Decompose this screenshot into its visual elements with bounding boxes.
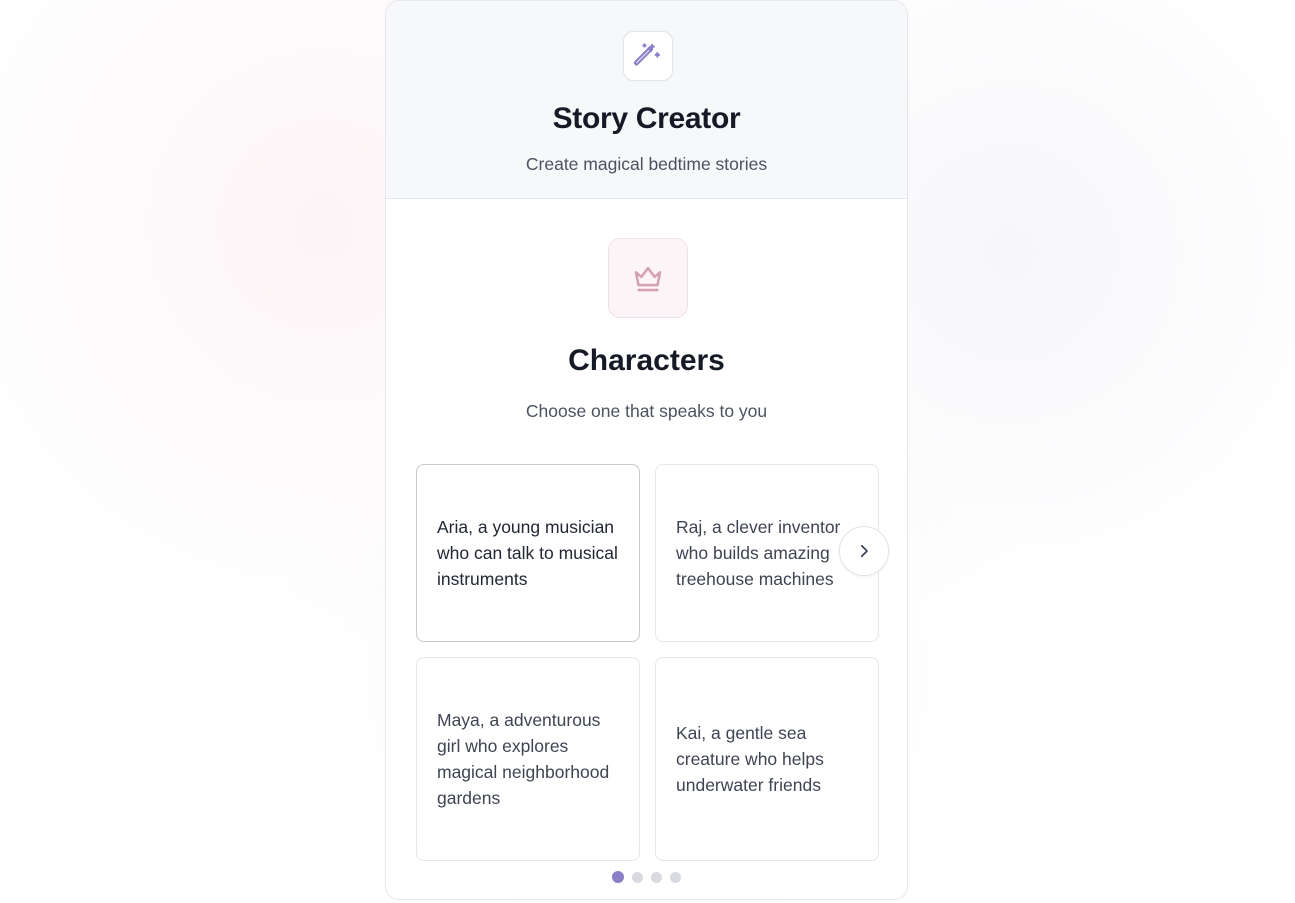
header: Story Creator Create magical bedtime sto…	[386, 1, 907, 199]
option-label: Raj, a clever inventor who builds amazin…	[676, 517, 841, 589]
carousel-pagination	[386, 870, 907, 884]
next-button[interactable]	[839, 526, 889, 576]
option-label: Aria, a young musician who can talk to m…	[437, 517, 618, 589]
chevron-right-icon	[855, 542, 873, 560]
character-option-kai[interactable]: Kai, a gentle sea creature who helps und…	[655, 657, 879, 861]
character-option-aria[interactable]: Aria, a young musician who can talk to m…	[416, 464, 640, 642]
pagination-dot-4[interactable]	[670, 871, 681, 883]
magic-wand-icon	[623, 31, 673, 81]
option-label: Kai, a gentle sea creature who helps und…	[676, 723, 824, 795]
pagination-dot-1[interactable]	[612, 871, 624, 883]
option-label: Maya, a adventurous girl who explores ma…	[437, 710, 610, 808]
app-title: Story Creator	[552, 102, 741, 135]
step-subtitle: Choose one that speaks to you	[525, 401, 768, 421]
app-subtitle: Create magical bedtime stories	[525, 154, 768, 174]
pagination-dot-2[interactable]	[632, 871, 643, 883]
step-title: Characters	[568, 344, 725, 377]
character-option-maya[interactable]: Maya, a adventurous girl who explores ma…	[416, 657, 640, 861]
story-creator-card: Story Creator Create magical bedtime sto…	[385, 0, 908, 900]
crown-icon	[608, 238, 688, 318]
pagination-dot-3[interactable]	[651, 871, 662, 883]
